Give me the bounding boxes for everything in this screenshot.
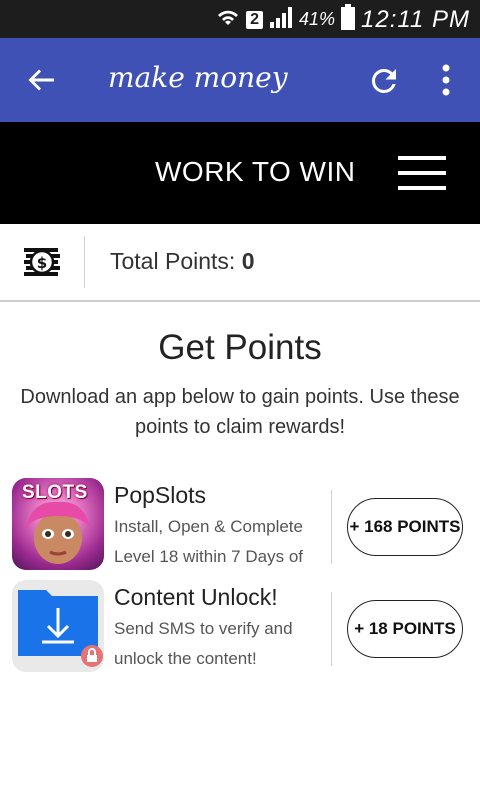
popslots-app-icon: SLOTS	[12, 478, 104, 570]
signal-icon	[269, 6, 293, 33]
page-title: Get Points	[158, 328, 322, 367]
back-arrow-icon[interactable]	[26, 64, 58, 96]
divider	[331, 592, 332, 666]
hamburger-icon[interactable]	[398, 156, 448, 192]
points-button[interactable]: + 168 POINTS	[347, 498, 463, 556]
sim-indicator: 2	[246, 10, 264, 29]
svg-text:$: $	[37, 254, 47, 272]
offer-item[interactable]: SLOTS PopSlots Install, Open & Complete …	[0, 478, 480, 574]
status-icons: 2 41% 12:11 PM	[216, 4, 470, 35]
download-lock-icon	[12, 580, 104, 672]
offer-item[interactable]: Content Unlock! Send SMS to verify and u…	[0, 580, 480, 676]
battery-percent: 41%	[299, 9, 336, 29]
offer-description: Send SMS to verify and unlock the conten…	[114, 619, 293, 668]
wifi-icon	[216, 5, 240, 34]
app-bar: make money	[0, 38, 480, 122]
offer-description: Install, Open & Complete Level 18 within…	[114, 517, 303, 566]
divider	[84, 236, 85, 288]
offer-name: Content Unlock!	[114, 584, 278, 610]
clock: 12:11 PM	[361, 5, 470, 33]
points-button[interactable]: + 18 POINTS	[347, 600, 463, 658]
battery-icon	[341, 4, 356, 35]
refresh-icon[interactable]	[366, 63, 402, 99]
offer-name: PopSlots	[114, 482, 207, 508]
banner: WORK TO WIN	[0, 122, 480, 224]
points-value: 0	[241, 248, 255, 274]
status-bar: 2 41% 12:11 PM	[0, 0, 480, 38]
points-summary: $ Total Points: 0	[0, 224, 480, 302]
page-description: Download an app below to gain points. Us…	[20, 386, 460, 438]
total-points: Total Points: 0	[110, 248, 255, 274]
money-stack-icon: $	[22, 242, 62, 282]
divider	[331, 490, 332, 564]
banner-title: WORK TO WIN	[155, 156, 356, 187]
app-title: make money	[108, 61, 288, 94]
more-vert-icon[interactable]	[434, 62, 458, 98]
